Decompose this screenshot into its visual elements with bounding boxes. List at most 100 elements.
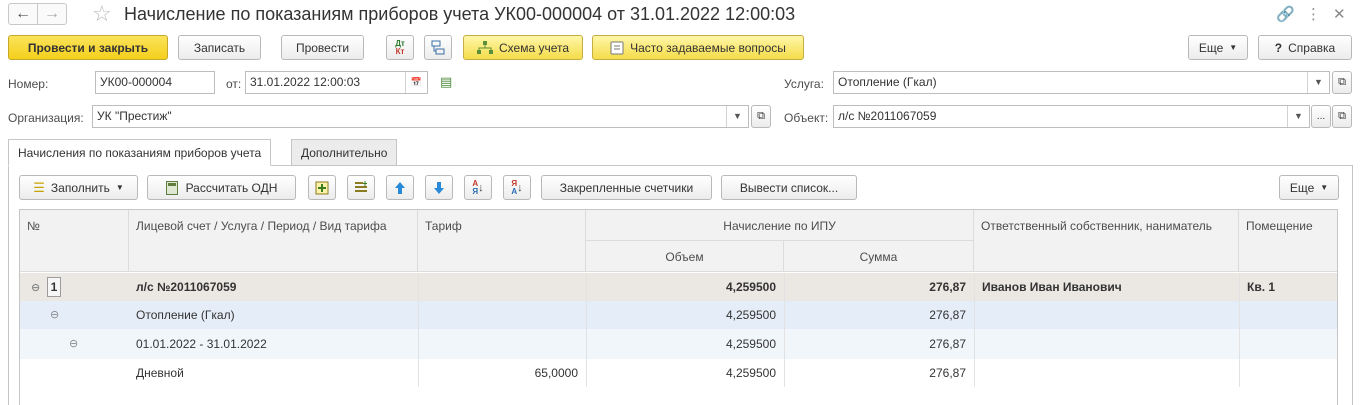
help-button[interactable]: ? Справка <box>1258 35 1352 60</box>
date-field[interactable]: 31.01.2022 12:00:03 📅 <box>245 71 428 94</box>
ellipsis-icon: ... <box>1316 111 1326 122</box>
chevron-down-icon[interactable]: ▼ <box>1287 106 1309 127</box>
column-divider <box>974 273 975 387</box>
open-icon: ⧉ <box>757 110 765 122</box>
object-field[interactable]: л/с №2011067059 ▼ <box>833 105 1310 128</box>
accounting-scheme-button[interactable]: Схема учета <box>463 35 583 60</box>
calculator-icon <box>165 180 178 195</box>
comment-icon[interactable]: ▤ <box>440 74 452 90</box>
volume-cell: 4,259500 <box>725 366 776 380</box>
number-label: Номер: <box>8 77 49 91</box>
more-button[interactable]: Еще ▼ <box>1188 35 1248 60</box>
table-row[interactable]: ⊖ Отопление (Гкал) 4,259500 276,87 <box>20 301 1337 329</box>
organization-field[interactable]: УК "Престиж" ▼ <box>92 105 749 128</box>
volume-cell: 4,259500 <box>725 280 776 294</box>
structure-icon <box>431 40 445 54</box>
table-more-label: Еще <box>1289 180 1315 195</box>
post-button[interactable]: Провести <box>281 35 364 60</box>
tariff-cell: 65,0000 <box>534 366 578 380</box>
close-icon[interactable]: ✕ <box>1333 5 1346 23</box>
faq-button[interactable]: Часто задаваемые вопросы <box>592 35 804 60</box>
service-field[interactable]: Отопление (Гкал) ▼ <box>833 71 1330 94</box>
account-cell: Дневной <box>136 366 184 380</box>
owner-cell: Иванов Иван Иванович <box>982 280 1122 294</box>
open-service-button[interactable]: ⧉ <box>1332 71 1352 94</box>
dt-kt-button[interactable]: Дт Кт <box>386 35 414 60</box>
calc-odn-button[interactable]: Рассчитать ОДН <box>147 175 296 200</box>
collapse-icon[interactable]: ⊖ <box>69 337 78 350</box>
collapse-icon[interactable]: ⊖ <box>31 281 40 294</box>
chevron-down-icon: ▼ <box>115 183 124 192</box>
chevron-down-icon[interactable]: ▼ <box>726 106 748 127</box>
fill-label: Заполнить <box>50 180 110 195</box>
list-icon: ☰ <box>33 179 45 195</box>
post-and-close-button[interactable]: Провести и закрыть <box>8 35 168 60</box>
faq-label: Часто задаваемые вопросы <box>630 40 786 55</box>
service-label: Услуга: <box>784 77 824 91</box>
window-title: Начисление по показаниям приборов учета … <box>124 4 796 24</box>
column-divider <box>1239 273 1240 387</box>
col-header-num[interactable]: № <box>20 210 129 272</box>
open-icon: ⧉ <box>1338 110 1346 122</box>
forward-button[interactable]: → <box>37 3 67 25</box>
add-row-button[interactable] <box>347 175 375 200</box>
col-header-tariff[interactable]: Тариф <box>418 210 586 272</box>
row-number: 1 <box>47 277 61 297</box>
col-header-premises[interactable]: Помещение <box>1239 210 1337 272</box>
print-list-button[interactable]: Вывести список... <box>721 175 857 200</box>
add-group-button[interactable] <box>308 175 336 200</box>
back-button[interactable]: ← <box>8 3 38 25</box>
col-header-ipu: Начисление по ИПУ <box>586 210 974 241</box>
write-button[interactable]: Записать <box>178 35 261 60</box>
calc-odn-label: Рассчитать ОДН <box>185 180 278 195</box>
structure-button[interactable] <box>424 35 452 60</box>
col-header-sum[interactable]: Сумма <box>784 241 974 272</box>
open-object-button[interactable]: ⧉ <box>1332 105 1352 128</box>
open-icon: ⧉ <box>1338 76 1346 88</box>
title-bar: ← → ☆ Начисление по показаниям приборов … <box>0 0 1361 30</box>
star-icon[interactable]: ☆ <box>92 1 112 27</box>
scheme-icon <box>476 40 493 54</box>
arrow-up-icon <box>395 181 405 194</box>
tab-meter-charges[interactable]: Начисления по показаниям приборов учета <box>8 139 272 166</box>
dt-kt-icon: Дт Кт <box>395 38 405 56</box>
chevron-down-icon: ▼ <box>1320 183 1329 192</box>
collapse-icon[interactable]: ⊖ <box>50 308 59 321</box>
chevron-down-icon[interactable]: ▼ <box>1307 72 1329 93</box>
col-header-volume[interactable]: Объем <box>586 241 784 272</box>
sort-asc-button[interactable]: А Я ↓ <box>464 175 492 200</box>
charges-table[interactable]: № Лицевой счет / Услуга / Период / Вид т… <box>19 209 1338 405</box>
link-icon[interactable]: 🔗 <box>1276 5 1295 23</box>
number-field[interactable]: УК00-000004 <box>95 71 215 94</box>
premises-cell: Кв. 1 <box>1247 280 1276 294</box>
move-up-button[interactable] <box>386 175 414 200</box>
pinned-meters-button[interactable]: Закрепленные счетчики <box>541 175 712 200</box>
service-value: Отопление (Гкал) <box>838 75 937 89</box>
sum-cell: 276,87 <box>929 366 966 380</box>
tab-additional[interactable]: Дополнительно <box>291 139 398 166</box>
organization-value: УК "Престиж" <box>97 109 172 123</box>
column-divider <box>586 273 587 387</box>
faq-icon <box>610 41 624 54</box>
calendar-icon[interactable]: 📅 <box>405 72 427 93</box>
more-label: Еще <box>1198 40 1224 55</box>
select-object-button[interactable]: ... <box>1311 105 1331 128</box>
table-row[interactable]: ⊖ 01.01.2022 - 31.01.2022 4,259500 276,8… <box>20 329 1337 359</box>
object-label: Объект: <box>784 111 829 125</box>
table-row[interactable]: Дневной 65,0000 4,259500 276,87 <box>20 359 1337 387</box>
help-label: Справка <box>1288 40 1336 55</box>
sort-desc-button[interactable]: Я А ↓ <box>503 175 531 200</box>
col-header-owner[interactable]: Ответственный собственник, наниматель <box>974 210 1239 272</box>
fill-button[interactable]: ☰ Заполнить ▼ <box>19 175 138 200</box>
vertical-dots-icon[interactable]: ⋮ <box>1306 5 1321 23</box>
add-row-icon <box>355 180 367 192</box>
table-more-button[interactable]: Еще ▼ <box>1279 175 1339 200</box>
date-label: от: <box>226 77 242 91</box>
table-row[interactable]: ⊖ 1 л/с №2011067059 4,259500 276,87 Иван… <box>20 273 1337 301</box>
open-organization-button[interactable]: ⧉ <box>751 105 771 128</box>
column-divider <box>784 273 785 387</box>
sum-cell: 276,87 <box>929 337 966 351</box>
move-down-button[interactable] <box>425 175 453 200</box>
col-header-account[interactable]: Лицевой счет / Услуга / Период / Вид тар… <box>129 210 418 272</box>
column-divider <box>418 273 419 387</box>
